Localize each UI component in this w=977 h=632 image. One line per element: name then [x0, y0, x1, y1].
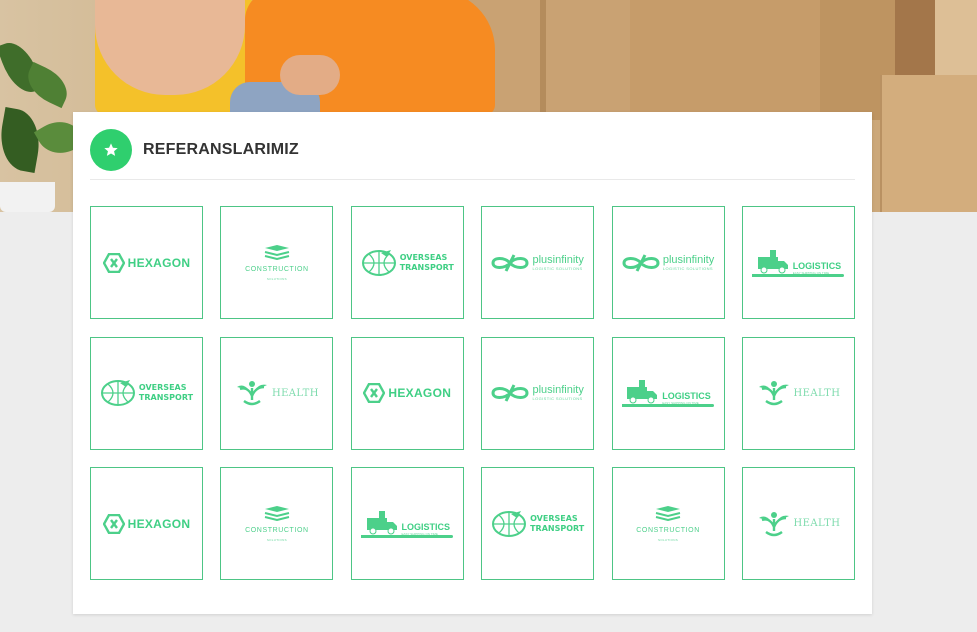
logo-text: LOGISTICS: [662, 391, 711, 401]
truck-logo-icon: [365, 510, 399, 536]
reference-logo-plusinfinity[interactable]: plusinfinity LOGISTIC SOLUTIONS: [481, 336, 595, 450]
logo-text: plusinfinity: [532, 253, 584, 266]
cardboard-box: [630, 0, 822, 120]
logo-text: HEXAGON: [388, 386, 452, 400]
globe-logo-icon: [100, 379, 136, 407]
logo-text: HEALTH: [271, 387, 319, 399]
construction-logo-icon: [263, 505, 291, 521]
logo-text: TRANSPORT: [530, 523, 585, 533]
reference-logo-hexagon[interactable]: HEXAGON: [90, 206, 203, 319]
logo-swoosh: [752, 273, 845, 277]
logo-text: OVERSEAS: [138, 383, 187, 392]
cardboard-box: [895, 0, 935, 75]
cardboard-box: [880, 75, 977, 212]
logo-text: plusinfinity: [662, 253, 715, 266]
construction-logo-icon: [654, 505, 682, 521]
reference-logo-construction[interactable]: CONSTRUCTION SOLUTIONS: [220, 206, 334, 319]
logo-text: LOGISTICS: [401, 521, 451, 532]
section-title: REFERANSLARIMIZ: [143, 141, 299, 158]
logo-text: HEXAGON: [127, 516, 191, 531]
hexagon-logo-icon: [102, 513, 125, 534]
infinity-logo-icon: [491, 383, 529, 403]
logo-text: TRANSPORT: [138, 393, 194, 402]
reference-logo-construction[interactable]: CONSTRUCTION SOLUTIONS: [220, 467, 334, 580]
logo-subtext: SOLUTIONS: [658, 538, 679, 542]
globe-logo-icon: [361, 249, 397, 277]
cardboard-box: [935, 0, 977, 75]
reference-logo-health[interactable]: HEALTH: [741, 336, 855, 450]
logo-subtext: LOGISTIC SOLUTIONS: [532, 265, 583, 271]
truck-logo-icon: [625, 379, 659, 405]
logo-text: HEXAGON: [127, 255, 191, 270]
reference-logo-logistics[interactable]: LOGISTICS EASY SHIPPING ON TIME: [350, 467, 464, 580]
references-grid: HEXAGON CONSTRUCTION SOLUTIONS OVERSEAS TRAN…: [90, 206, 855, 580]
truck-logo-icon: [756, 249, 790, 275]
logo-subtext: SOLUTIONS: [266, 538, 287, 542]
reference-logo-hexagon[interactable]: HEXAGON: [350, 336, 464, 450]
section-header: REFERANSLARIMIZ: [90, 129, 855, 180]
logo-text: OVERSEAS: [399, 252, 448, 262]
hexagon-logo-icon: [363, 383, 386, 403]
reference-logo-hexagon[interactable]: HEXAGON: [90, 467, 203, 580]
logo-text: CONSTRUCTION: [636, 527, 700, 534]
reference-logo-plusinfinity[interactable]: plusinfinity LOGISTIC SOLUTIONS: [611, 206, 725, 319]
logo-subtext: LOGISTIC SOLUTIONS: [662, 265, 713, 271]
references-card: REFERANSLARIMIZ HEXAGON CONSTRUCTION SOLUT…: [73, 112, 872, 614]
logo-text: OVERSEAS: [530, 513, 578, 523]
sprout-logo-icon: [757, 510, 791, 538]
logo-text: CONSTRUCTION: [245, 266, 309, 273]
logo-text: TRANSPORT: [399, 262, 454, 272]
sprout-logo-icon: [757, 379, 791, 407]
logo-text: LOGISTICS: [792, 260, 842, 271]
logo-swoosh: [622, 404, 715, 407]
construction-logo-icon: [263, 244, 291, 260]
reference-logo-overseas[interactable]: OVERSEAS TRANSPORT: [481, 467, 595, 580]
reference-logo-construction[interactable]: CONSTRUCTION SOLUTIONS: [611, 467, 725, 580]
logo-text: HEALTH: [793, 518, 841, 529]
section-badge: [90, 129, 132, 171]
globe-logo-icon: [491, 510, 527, 538]
reference-logo-overseas[interactable]: OVERSEAS TRANSPORT: [350, 206, 464, 319]
reference-logo-health[interactable]: HEALTH: [220, 336, 334, 450]
logo-text: plusinfinity: [532, 384, 584, 396]
infinity-logo-icon: [622, 253, 660, 273]
box-tape: [540, 0, 546, 120]
hand: [280, 55, 340, 95]
hexagon-logo-icon: [102, 252, 125, 273]
infinity-logo-icon: [491, 253, 529, 273]
logo-subtext: SOLUTIONS: [266, 277, 287, 281]
star-icon: [104, 143, 118, 156]
logo-swoosh: [361, 534, 454, 538]
reference-logo-logistics[interactable]: LOGISTICS EASY SHIPPING ON TIME: [611, 336, 725, 450]
logo-subtext: LOGISTIC SOLUTIONS: [532, 396, 583, 401]
reference-logo-logistics[interactable]: LOGISTICS EASY SHIPPING ON TIME: [741, 206, 855, 319]
sprout-logo-icon: [235, 379, 269, 407]
reference-logo-health[interactable]: HEALTH: [741, 467, 855, 580]
logo-text: CONSTRUCTION: [245, 527, 309, 534]
reference-logo-overseas[interactable]: OVERSEAS TRANSPORT: [90, 336, 203, 450]
reference-logo-plusinfinity[interactable]: plusinfinity LOGISTIC SOLUTIONS: [481, 206, 595, 319]
logo-text: HEALTH: [793, 387, 841, 399]
plant-pot: [0, 182, 55, 212]
